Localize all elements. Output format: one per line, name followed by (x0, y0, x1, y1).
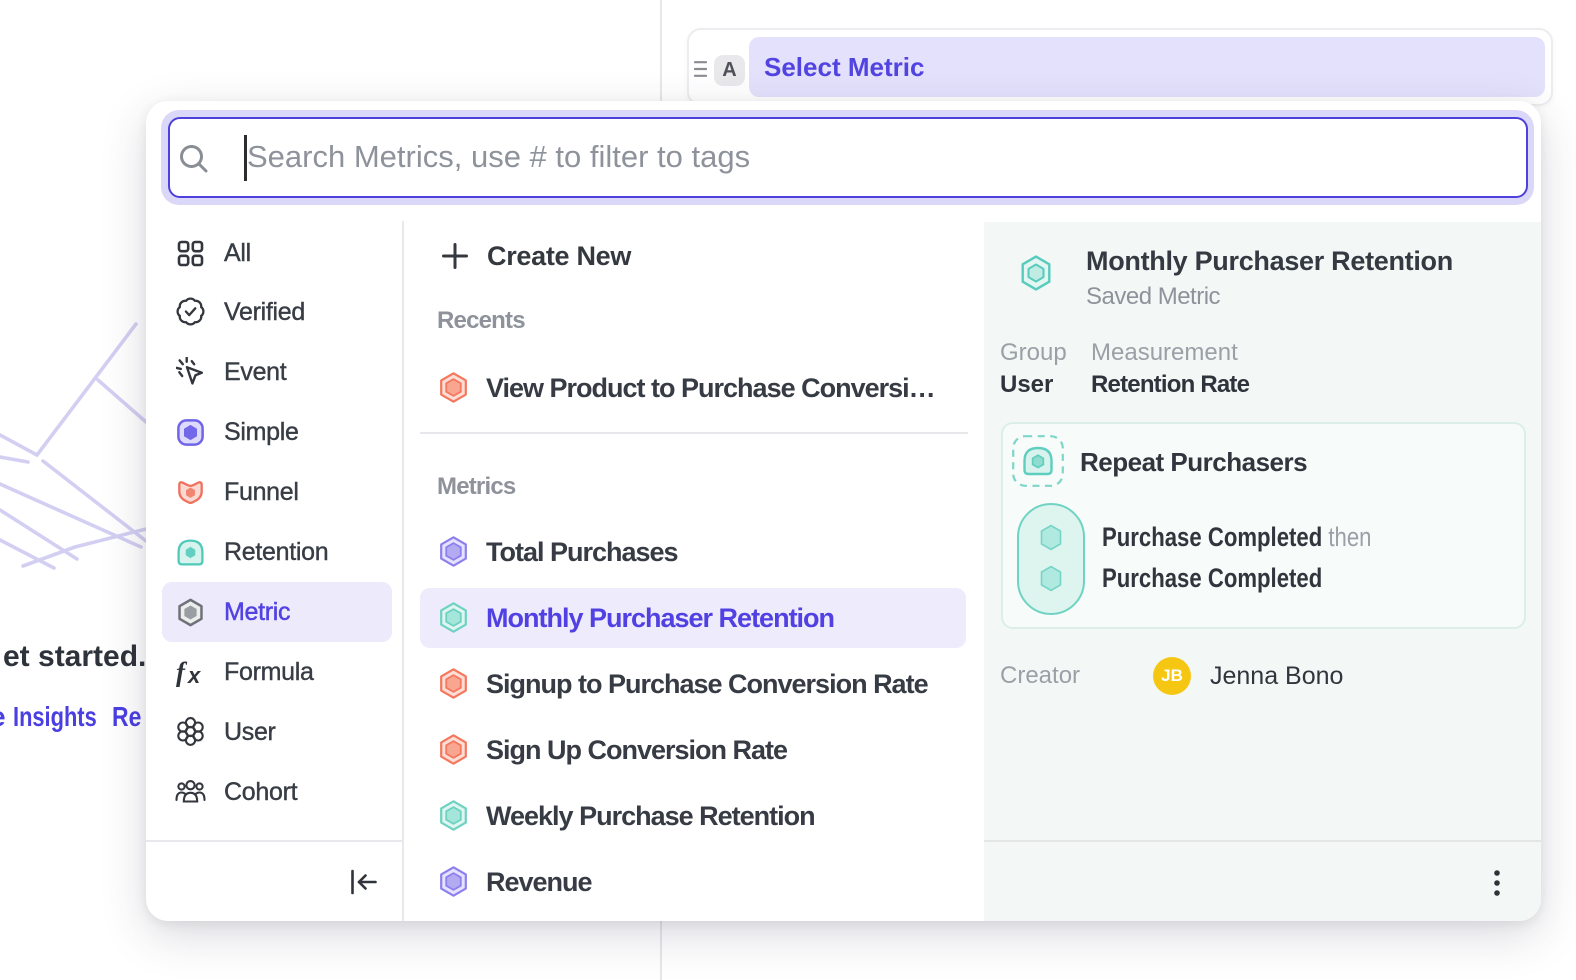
svg-text:f: f (176, 657, 188, 687)
svg-text:x: x (187, 663, 201, 688)
